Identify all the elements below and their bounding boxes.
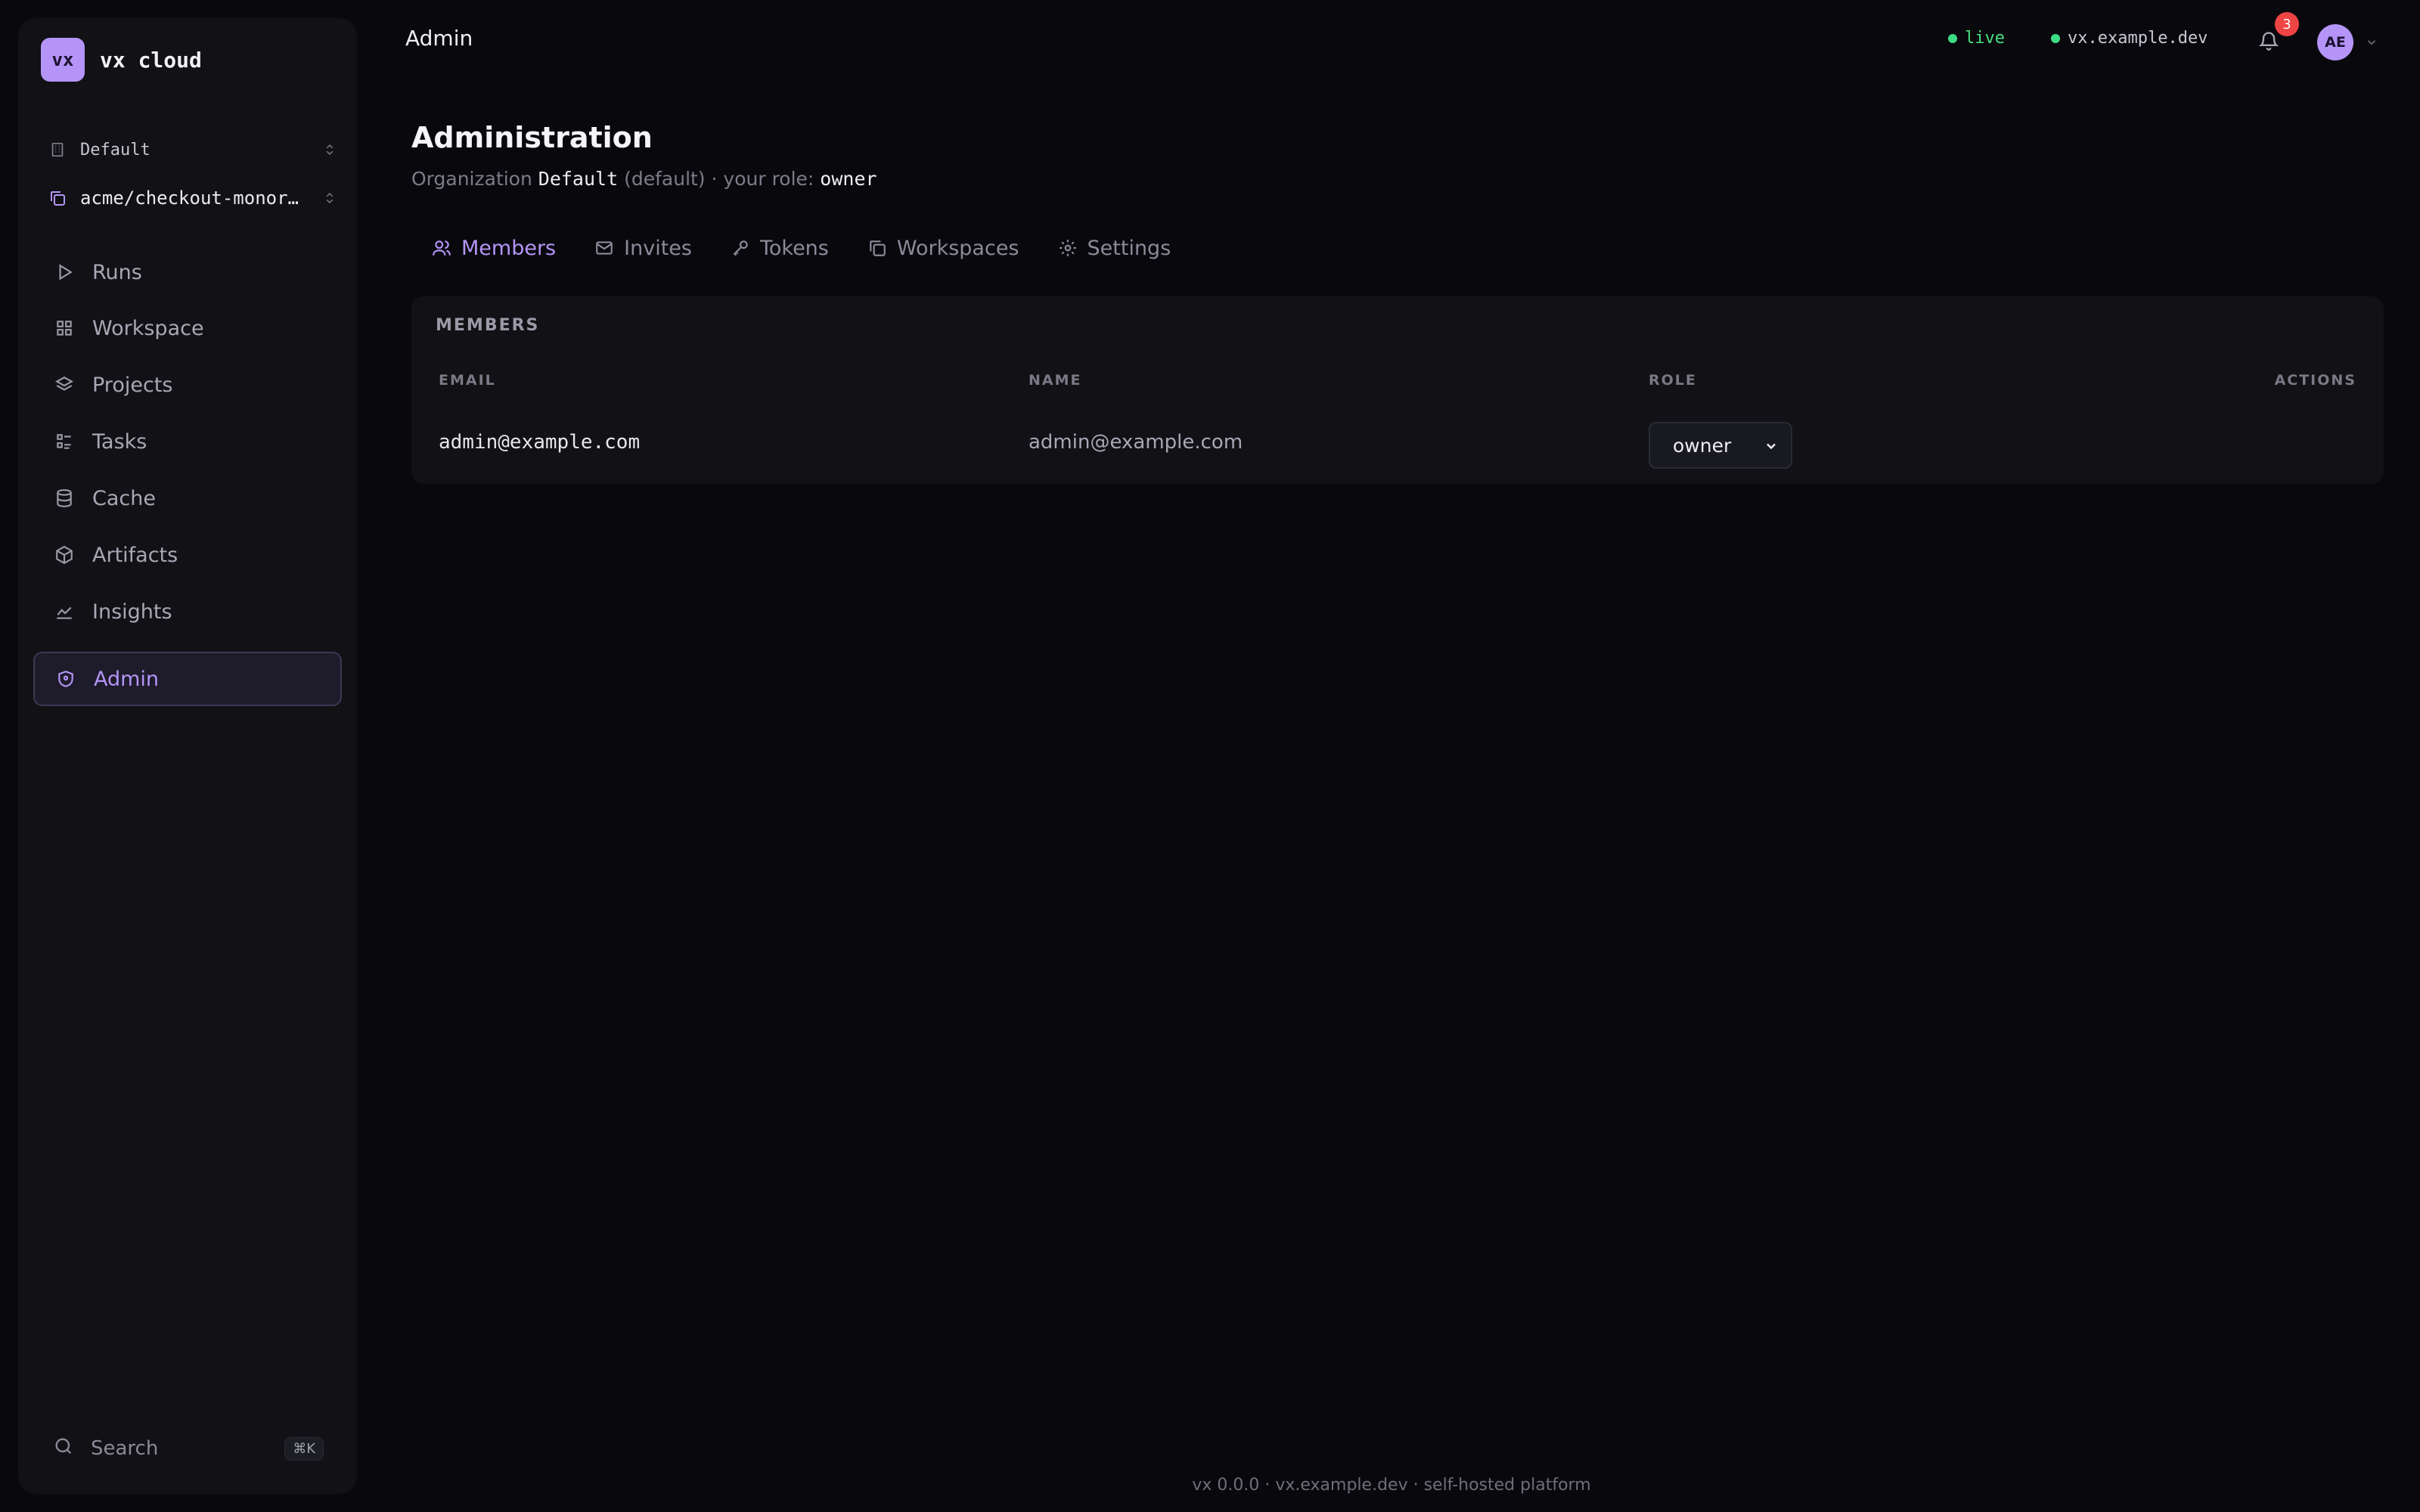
tab-label: Settings <box>1087 236 1171 260</box>
layers-icon <box>53 373 76 396</box>
copy-icon <box>47 187 68 209</box>
members-card-title: MEMBERS <box>436 316 540 335</box>
sidebar-item-label: Runs <box>92 260 142 284</box>
sidebar-item-label: Tasks <box>92 429 147 454</box>
brand[interactable]: vx vx cloud <box>41 38 202 82</box>
subtitle-org-suffix: (default) · your role: <box>624 168 814 190</box>
members-card: MEMBERS EMAIL NAME ROLE ACTIONS admin@ex… <box>411 296 2384 484</box>
brand-name: vx cloud <box>100 47 202 73</box>
search-label: Search <box>91 1437 159 1460</box>
list-checks-icon <box>53 430 76 453</box>
sidebar-item-label: Admin <box>94 667 160 691</box>
subtitle-role: owner <box>820 168 877 190</box>
sidebar-item-artifacts[interactable]: Artifacts <box>33 528 342 582</box>
search-icon <box>53 1436 74 1462</box>
subtitle-org: Default <box>538 168 619 190</box>
host-status: vx.example.dev <box>2051 29 2207 48</box>
play-icon <box>53 261 76 284</box>
sidebar-item-label: Artifacts <box>92 543 178 567</box>
live-status: live <box>1948 29 2005 48</box>
sidebar: vx vx cloud Default acme/checkout-monor…… <box>18 18 357 1494</box>
chevron-down-icon <box>1762 437 1780 455</box>
tab-tokens[interactable]: Tokens <box>710 227 847 269</box>
project-selector-label: acme/checkout-monor… <box>80 187 299 209</box>
sidebar-item-runs[interactable]: Runs <box>33 245 342 299</box>
page-subtitle: Organization Default (default) · your ro… <box>411 168 877 190</box>
brand-logo: vx <box>41 38 85 82</box>
tab-label: Invites <box>624 236 692 260</box>
sidebar-item-cache[interactable]: Cache <box>33 471 342 525</box>
member-name: admin@example.com <box>1028 431 1243 454</box>
sidebar-item-label: Workspace <box>92 316 204 340</box>
search-button[interactable]: Search ⌘K <box>33 1426 342 1471</box>
shield-icon <box>54 668 77 690</box>
sidebar-item-workspace[interactable]: Workspace <box>33 301 342 355</box>
host-dot <box>2051 33 2060 43</box>
sidebar-item-insights[interactable]: Insights <box>33 584 342 639</box>
page-title: Administration <box>411 121 653 154</box>
line-chart-icon <box>53 600 76 623</box>
package-icon <box>53 544 76 566</box>
key-icon <box>730 237 751 259</box>
column-header-name: NAME <box>1028 372 1082 389</box>
mail-icon <box>594 237 615 259</box>
tab-label: Tokens <box>759 236 829 260</box>
grid-icon <box>53 317 76 339</box>
tab-label: Members <box>461 236 557 260</box>
role-select[interactable]: owner <box>1649 422 1792 469</box>
tab-members[interactable]: Members <box>411 227 574 269</box>
search-shortcut: ⌘K <box>284 1436 324 1461</box>
copy-icon <box>867 237 888 259</box>
footer-text: vx 0.0.0 · vx.example.dev · self-hosted … <box>1192 1476 1591 1495</box>
column-header-email: EMAIL <box>439 372 496 389</box>
chevron-down-icon[interactable] <box>2363 33 2381 51</box>
building-icon <box>47 139 68 160</box>
member-email: admin@example.com <box>439 431 641 454</box>
header-title: Admin <box>405 26 473 51</box>
org-selector[interactable]: Default <box>47 135 346 165</box>
column-header-role: ROLE <box>1649 372 1697 389</box>
sidebar-item-tasks[interactable]: Tasks <box>33 414 342 469</box>
host-label: vx.example.dev <box>2068 29 2208 48</box>
column-header-actions: ACTIONS <box>2274 372 2356 389</box>
footer: vx 0.0.0 · vx.example.dev · self-hosted … <box>0 1476 2420 1495</box>
sidebar-item-label: Projects <box>92 373 173 397</box>
project-selector[interactable]: acme/checkout-monor… <box>47 183 346 213</box>
tab-invites[interactable]: Invites <box>574 227 710 269</box>
bell-icon <box>2258 30 2279 54</box>
org-selector-label: Default <box>80 140 150 160</box>
sidebar-item-label: Cache <box>92 486 156 510</box>
admin-tabs: Members Invites Tokens Workspaces Settin… <box>411 227 1189 269</box>
tab-workspaces[interactable]: Workspaces <box>847 227 1038 269</box>
role-select-value: owner <box>1673 434 1732 457</box>
avatar[interactable]: AE <box>2317 24 2353 60</box>
tab-settings[interactable]: Settings <box>1038 227 1190 269</box>
live-label: live <box>1965 29 2005 48</box>
notification-badge: 3 <box>2275 12 2299 36</box>
tab-label: Workspaces <box>896 236 1019 260</box>
chevron-updown-icon <box>321 141 339 159</box>
sidebar-item-label: Insights <box>92 600 172 624</box>
live-dot <box>1948 33 1957 43</box>
database-icon <box>53 487 76 510</box>
gear-icon <box>1057 237 1078 259</box>
chevron-updown-icon <box>321 189 339 207</box>
sidebar-item-admin[interactable]: Admin <box>33 652 342 706</box>
subtitle-prefix: Organization <box>411 168 532 190</box>
users-icon <box>431 237 452 259</box>
sidebar-item-projects[interactable]: Projects <box>33 358 342 412</box>
